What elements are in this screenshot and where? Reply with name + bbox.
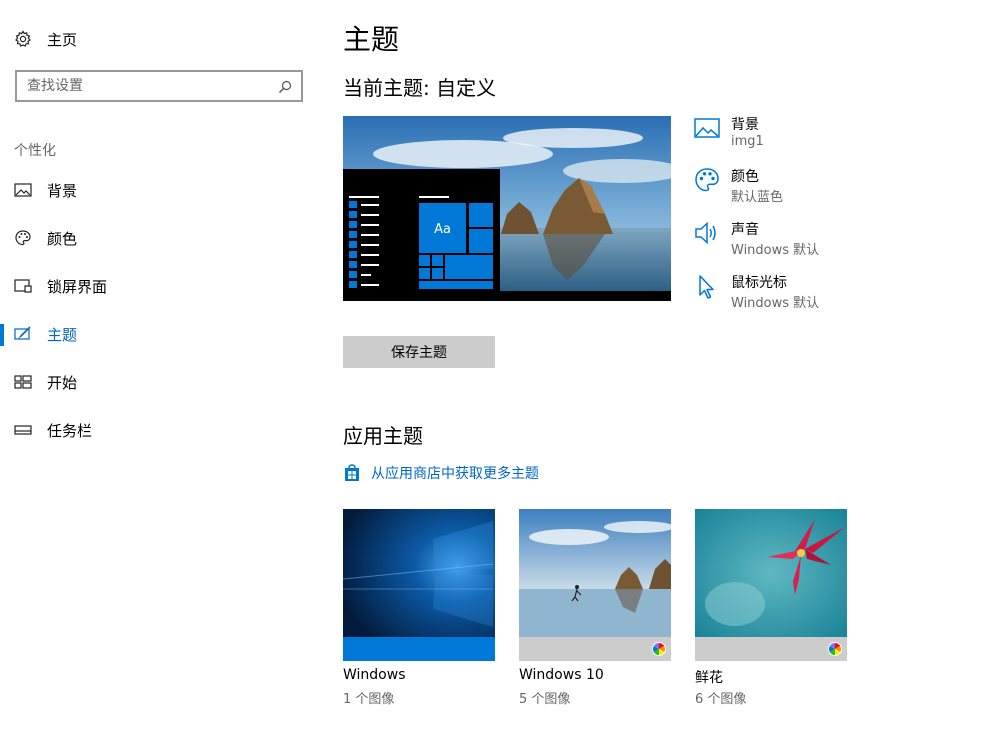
themes-brush-icon xyxy=(14,325,32,343)
page-title: 主题 xyxy=(343,23,400,56)
sidebar-item-label: 颜色 xyxy=(47,229,78,248)
store-more-themes-link[interactable]: 从应用商店中获取更多主题 xyxy=(343,462,539,484)
home-label: 主页 xyxy=(47,30,78,49)
palette-icon xyxy=(693,166,721,194)
search-box xyxy=(15,70,303,102)
prop-cursor[interactable]: 鼠标光标 Windows 默认 xyxy=(693,270,893,314)
theme-card-windows10[interactable]: Windows 10 5 个图像 xyxy=(519,509,671,709)
sidebar-item-label: 主题 xyxy=(47,325,78,344)
search-icon[interactable] xyxy=(278,79,292,93)
prop-background[interactable]: 背景 img1 xyxy=(693,112,893,156)
sidebar-item-label: 背景 xyxy=(47,181,78,200)
theme-image-count: 6 个图像 xyxy=(695,692,747,707)
home-nav-item[interactable]: 主页 xyxy=(14,28,77,50)
theme-name: 鲜花 xyxy=(695,670,723,686)
sidebar-item-label: 任务栏 xyxy=(47,421,93,440)
sidebar-item-start[interactable]: 开始 xyxy=(0,362,320,402)
store-link-text: 从应用商店中获取更多主题 xyxy=(371,466,539,482)
store-bag-icon xyxy=(343,464,361,482)
sidebar-item-lock-screen[interactable]: 锁屏界面 xyxy=(0,266,320,306)
preview-tile-text: Aa xyxy=(434,222,451,237)
theme-image-count: 1 个图像 xyxy=(343,692,395,707)
prop-value: img1 xyxy=(731,134,764,149)
apply-theme-heading: 应用主题 xyxy=(343,424,423,448)
palette-icon xyxy=(14,229,32,247)
personalization-section-label: 个性化 xyxy=(14,143,56,159)
sidebar-item-background[interactable]: 背景 xyxy=(0,170,320,210)
current-theme-heading: 当前主题: 自定义 xyxy=(343,76,497,100)
main-content: 主题 当前主题: 自定义 Aa 背景 img1 颜色 默认蓝色 声音 Windo… xyxy=(343,0,983,743)
theme-thumbnail xyxy=(343,509,495,661)
gear-icon xyxy=(14,30,32,48)
sidebar-item-themes[interactable]: 主题 xyxy=(0,314,320,354)
cursor-icon xyxy=(693,272,721,300)
prop-name: 声音 xyxy=(731,222,759,238)
theme-name: Windows 10 xyxy=(519,667,604,683)
prop-value: 默认蓝色 xyxy=(731,190,784,205)
prop-name: 鼠标光标 xyxy=(731,275,787,291)
theme-image-count: 5 个图像 xyxy=(519,692,571,707)
sidebar-item-colors[interactable]: 颜色 xyxy=(0,218,320,258)
theme-name: Windows xyxy=(343,667,406,683)
theme-card-windows[interactable]: Windows 1 个图像 xyxy=(343,509,495,709)
prop-name: 颜色 xyxy=(731,169,759,185)
prop-value: Windows 默认 xyxy=(731,243,820,258)
active-indicator xyxy=(0,324,4,346)
taskbar-icon xyxy=(14,421,32,439)
prop-color[interactable]: 颜色 默认蓝色 xyxy=(693,164,893,208)
sidebar-item-label: 开始 xyxy=(47,373,78,392)
sidebar: 主页 个性化 背景 xyxy=(0,0,320,743)
picture-icon xyxy=(14,181,32,199)
theme-card-flowers[interactable]: 鲜花 6 个图像 xyxy=(695,509,847,709)
sidebar-item-label: 锁屏界面 xyxy=(47,277,108,296)
lock-screen-icon xyxy=(14,277,32,295)
search-input[interactable] xyxy=(27,78,267,94)
save-theme-button[interactable]: 保存主题 xyxy=(343,336,495,368)
theme-thumbnail xyxy=(519,509,671,661)
sidebar-item-taskbar[interactable]: 任务栏 xyxy=(0,410,320,450)
picture-icon xyxy=(693,114,721,142)
speaker-icon xyxy=(693,219,721,247)
theme-preview-image: Aa xyxy=(343,116,671,301)
prop-sound[interactable]: 声音 Windows 默认 xyxy=(693,217,893,261)
theme-thumbnail xyxy=(695,509,847,661)
start-tiles-icon xyxy=(14,373,32,391)
prop-name: 背景 xyxy=(731,117,759,133)
prop-value: Windows 默认 xyxy=(731,296,820,311)
